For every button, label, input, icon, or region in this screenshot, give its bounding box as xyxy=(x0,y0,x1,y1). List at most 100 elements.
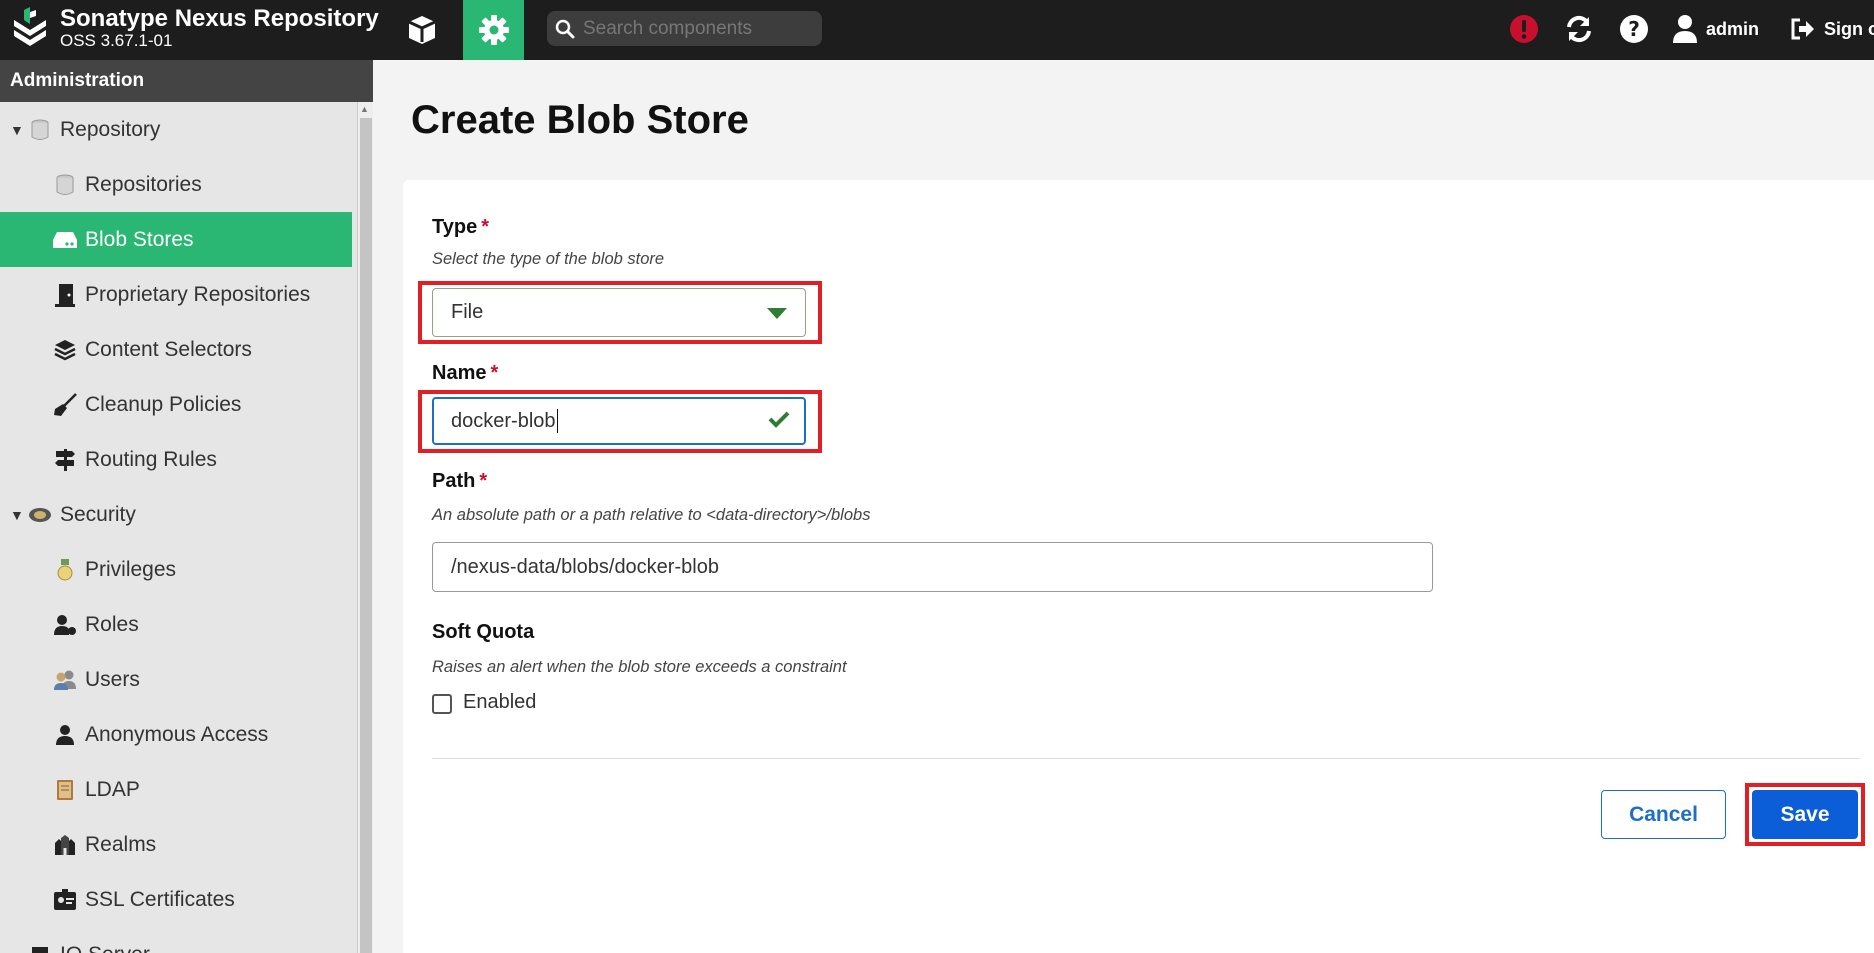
sidebar-item-ldap[interactable]: LDAP xyxy=(0,762,352,817)
sidebar-item-privileges[interactable]: Privileges xyxy=(0,542,352,597)
user-icon xyxy=(51,721,79,749)
user-menu[interactable]: admin xyxy=(1672,10,1759,48)
type-label: Type * xyxy=(432,216,489,239)
admin-mode-button[interactable] xyxy=(463,0,524,60)
badge-icon xyxy=(26,501,54,529)
sign-out-button[interactable]: Sign out xyxy=(1790,10,1874,48)
text-caret xyxy=(556,409,558,433)
cancel-button[interactable]: Cancel xyxy=(1601,790,1726,839)
book-icon xyxy=(51,776,79,804)
main-content: Create Blob Store Type * Select the type … xyxy=(373,60,1874,953)
sign-out-label: Sign out xyxy=(1824,18,1874,39)
sidebar-item-roles[interactable]: Roles xyxy=(0,597,352,652)
sign-out-icon xyxy=(1791,18,1814,40)
sidebar-item-routing-rules[interactable]: Routing Rules xyxy=(0,432,352,487)
search-icon xyxy=(555,19,575,38)
sidebar-item-realms[interactable]: Realms xyxy=(0,817,352,872)
browse-mode-button[interactable] xyxy=(392,0,452,60)
sidebar-scrollbar[interactable]: ▲ xyxy=(357,102,373,953)
sidebar-scroll-thumb[interactable] xyxy=(360,118,372,953)
svg-text:?: ? xyxy=(1628,17,1640,41)
nexus-logo-icon xyxy=(14,7,46,46)
name-label-text: Name xyxy=(432,362,487,384)
required-marker: * xyxy=(490,362,499,384)
sidebar-header: Administration xyxy=(0,60,373,102)
help-icon: ? xyxy=(1620,15,1648,43)
sidebar-item-label: Users xyxy=(85,667,140,691)
sidebar-item-label: Proprietary Repositories xyxy=(85,282,311,306)
database-icon xyxy=(26,116,54,144)
realms-icon xyxy=(51,831,79,859)
refresh-icon xyxy=(1567,15,1591,43)
sidebar-item-label: Repository xyxy=(60,117,161,141)
brand[interactable]: Sonatype Nexus Repository OSS 3.67.1-01 xyxy=(10,6,379,50)
sidebar-item-ssl-certificates[interactable]: SSL Certificates xyxy=(0,872,352,927)
path-input[interactable]: /nexus-data/blobs/docker-blob xyxy=(432,542,1433,592)
help-button[interactable]: ? xyxy=(1616,11,1652,47)
users-icon xyxy=(51,666,79,694)
name-input-value: docker-blob xyxy=(451,409,556,432)
sidebar-item-cleanup-policies[interactable]: Cleanup Policies xyxy=(0,377,352,432)
sidebar-item-label: Cleanup Policies xyxy=(85,392,242,416)
layers-icon xyxy=(51,336,79,364)
refresh-button[interactable] xyxy=(1561,11,1597,47)
sidebar-item-label: Blob Stores xyxy=(85,227,194,251)
sidebar-item-label: IQ Server xyxy=(60,943,150,953)
app-version: OSS 3.67.1-01 xyxy=(60,31,173,50)
search-box[interactable] xyxy=(547,11,822,46)
signpost-icon xyxy=(51,446,79,474)
cube-icon xyxy=(408,16,436,44)
expand-caret-icon[interactable]: ▼ xyxy=(10,507,24,523)
soft-quota-checkbox-label[interactable]: Enabled xyxy=(463,691,536,714)
page-title: Create Blob Store xyxy=(411,98,749,142)
blob-store-form: Type * Select the type of the blob store … xyxy=(403,180,1874,953)
hard-drive-icon xyxy=(51,226,79,254)
iq-icon xyxy=(26,941,54,953)
soft-quota-label: Soft Quota xyxy=(432,621,535,643)
path-label: Path * xyxy=(432,470,487,493)
database-icon xyxy=(51,171,79,199)
sidebar-item-repositories[interactable]: Repositories xyxy=(0,157,352,212)
door-icon xyxy=(51,281,79,309)
sidebar-item-label: Realms xyxy=(85,832,157,856)
sidebar-item-repository[interactable]: ▼ Repository xyxy=(0,102,352,157)
sidebar-item-label: Security xyxy=(60,502,136,526)
alert-icon xyxy=(1510,15,1538,43)
sidebar-item-content-selectors[interactable]: Content Selectors xyxy=(0,322,352,377)
required-marker: * xyxy=(481,216,489,238)
scroll-up-arrow-icon[interactable]: ▲ xyxy=(360,104,369,114)
sidebar-item-label: Repositories xyxy=(85,172,202,196)
sidebar-item-users[interactable]: Users xyxy=(0,652,352,707)
path-input-value: /nexus-data/blobs/docker-blob xyxy=(451,555,719,578)
form-divider xyxy=(432,758,1860,759)
path-label-text: Path xyxy=(432,470,476,492)
sidebar-item-anonymous-access[interactable]: Anonymous Access xyxy=(0,707,352,762)
sidebar-item-proprietary-repositories[interactable]: Proprietary Repositories xyxy=(0,267,352,322)
soft-quota-checkbox[interactable] xyxy=(432,694,452,714)
soft-quota-help-text: Raises an alert when the blob store exce… xyxy=(432,658,847,676)
sidebar-item-label: Roles xyxy=(85,612,139,636)
sidebar-item-label: Anonymous Access xyxy=(85,722,269,746)
sidebar-item-security[interactable]: ▼ Security xyxy=(0,487,352,542)
user-name: admin xyxy=(1706,18,1760,39)
sidebar-item-iq-server[interactable]: ▼ IQ Server xyxy=(0,927,352,953)
top-bar: Sonatype Nexus Repository OSS 3.67.1-01 xyxy=(0,0,1874,60)
name-input[interactable]: docker-blob xyxy=(432,397,806,445)
gear-icon xyxy=(478,15,509,45)
sidebar-item-label: SSL Certificates xyxy=(85,887,235,911)
sidebar-item-label: Content Selectors xyxy=(85,337,252,361)
sidebar: Administration ▼ Repository Repositories… xyxy=(0,60,373,953)
user-icon xyxy=(1673,15,1697,43)
expand-caret-icon[interactable]: ▼ xyxy=(10,122,24,138)
type-select[interactable]: File xyxy=(432,288,806,337)
type-select-value: File xyxy=(451,301,484,323)
system-alert-button[interactable] xyxy=(1506,11,1542,47)
chevron-down-icon xyxy=(767,308,787,319)
sidebar-item-label: Routing Rules xyxy=(85,447,217,471)
app-title: Sonatype Nexus Repository xyxy=(60,5,379,32)
save-button[interactable]: Save xyxy=(1752,790,1858,839)
sidebar-item-label: Privileges xyxy=(85,557,177,581)
search-input[interactable] xyxy=(583,17,803,40)
required-marker: * xyxy=(479,470,488,492)
sidebar-item-blob-stores[interactable]: Blob Stores xyxy=(0,212,352,267)
